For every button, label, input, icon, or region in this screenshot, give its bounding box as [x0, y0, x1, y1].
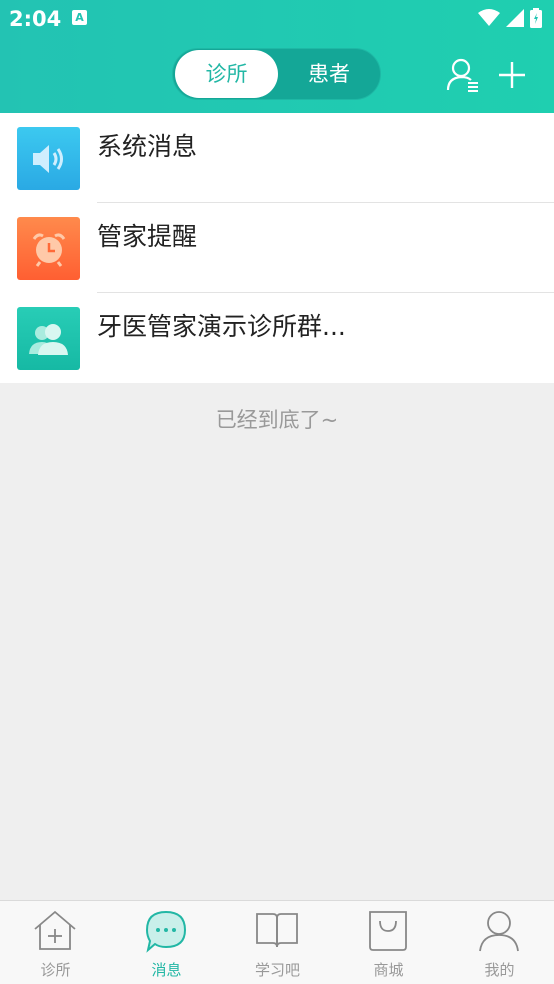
tab-profile[interactable]: 我的 [444, 901, 554, 984]
tab-mall[interactable]: 商城 [333, 901, 444, 984]
tab-label: 诊所 [40, 961, 71, 979]
chat-bubble-icon [145, 910, 187, 953]
list-item-title: 系统消息 [97, 132, 198, 161]
message-list: 系统消息 管家提醒 牙医管家演示诊所群... [0, 113, 554, 383]
list-item-title: 牙医管家演示诊所群... [97, 312, 346, 341]
book-icon [256, 913, 298, 948]
segment-clinic[interactable]: 诊所 [175, 50, 278, 98]
battery-icon [530, 8, 542, 28]
end-of-list-text: 已经到底了~ [215, 408, 339, 432]
clinic-home-icon [34, 910, 76, 950]
wifi-icon [478, 9, 500, 26]
alarm-clock-icon [17, 217, 80, 280]
status-bar: 2:04 A [0, 0, 554, 38]
segment-patients[interactable]: 患者 [279, 50, 379, 98]
signal-icon [506, 9, 524, 27]
tab-label: 商城 [373, 961, 404, 979]
tab-learn[interactable]: 学习吧 [222, 901, 333, 984]
segment-control: 诊所 患者 [172, 48, 381, 100]
tab-label: 学习吧 [254, 961, 300, 979]
group-icon [17, 307, 80, 370]
contacts-icon[interactable] [446, 58, 480, 92]
tab-messages[interactable]: 消息 [111, 901, 222, 984]
status-time: 2:04 [9, 7, 62, 31]
shopping-bag-icon [369, 911, 407, 951]
tab-label: 我的 [484, 961, 515, 979]
list-item-system-messages[interactable]: 系统消息 [0, 113, 554, 203]
app-header: 2:04 A 诊所 患者 [0, 0, 554, 113]
list-item-clinic-group[interactable]: 牙医管家演示诊所群... [0, 293, 554, 383]
list-item-reminders[interactable]: 管家提醒 [0, 203, 554, 293]
profile-icon [479, 911, 519, 952]
status-icons [478, 8, 542, 28]
notification-badge: A [72, 10, 87, 25]
speaker-icon [17, 127, 80, 190]
bottom-tab-bar: 诊所 消息 学习吧 商城 我的 [0, 900, 554, 984]
tab-clinic[interactable]: 诊所 [0, 901, 111, 984]
list-item-title: 管家提醒 [97, 222, 198, 251]
tab-label: 消息 [151, 961, 182, 979]
add-icon[interactable] [497, 60, 527, 90]
